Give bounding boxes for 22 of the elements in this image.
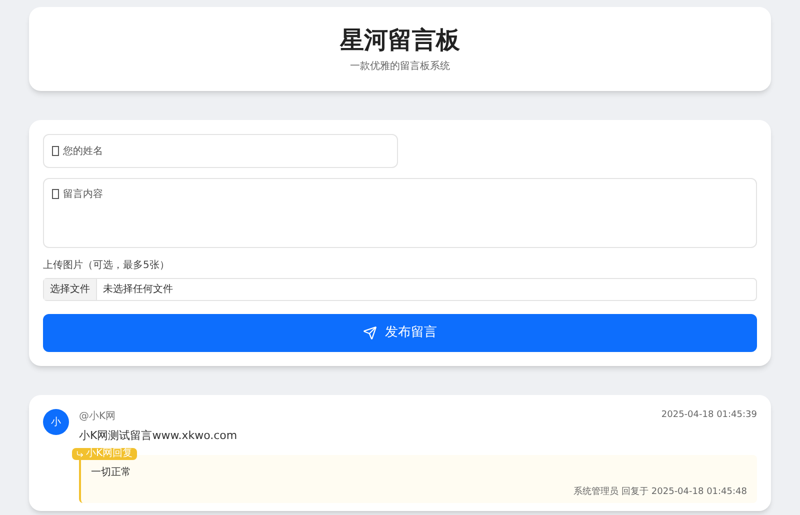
file-status: 未选择任何文件 [102,282,174,297]
reply-text: 一切正常 [91,466,132,480]
page-title: 星河留言板 [340,24,460,54]
choose-file-button[interactable]: 选择文件 [44,279,97,300]
author-name: @小K网 [79,410,116,424]
reply-badge: 小K网回复 [72,448,137,460]
message-placeholder: 留言内容 [63,189,103,200]
name-field[interactable]: 您的姓名 [43,134,398,168]
message-text: 小K网测试留言www.xkwo.com [79,428,238,444]
reply-icon [76,450,84,458]
square-icon [52,146,59,156]
submit-button[interactable]: 发布留言 [43,314,757,352]
reply-meta: 系统管理员 回复于 2025-04-18 01:45:48 [574,486,747,498]
send-icon [363,326,377,340]
message-time: 2025-04-18 01:45:39 [661,409,757,422]
upload-label: 上传图片（可选，最多5张） [43,258,170,273]
file-input[interactable]: 选择文件 未选择任何文件 [43,278,757,301]
message-field[interactable]: 留言内容 [43,178,757,248]
page-subtitle: 一款优雅的留言板系统 [350,60,450,74]
avatar: 小 [43,409,69,435]
square-icon [52,189,59,200]
name-placeholder: 您的姓名 [63,144,103,158]
